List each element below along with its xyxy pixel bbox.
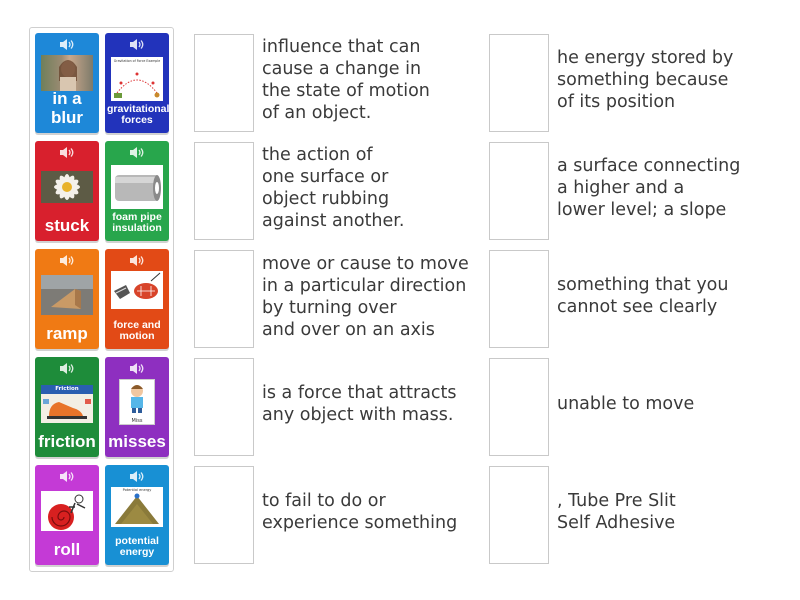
card-label: force and motion: [113, 318, 161, 343]
friction-shoe-poster: Friction: [41, 385, 93, 423]
answer-slot-4[interactable]: [194, 358, 254, 456]
answer-slot-1[interactable]: [194, 34, 254, 132]
boy-cartoon-card: Miss: [119, 379, 155, 425]
blurred-person-photo: [41, 55, 93, 91]
card-label: stuck: [44, 215, 90, 235]
answer-slot-5[interactable]: [194, 466, 254, 564]
speaker-icon[interactable]: [129, 254, 145, 267]
card-foam-pipe-insulation[interactable]: foam pipe insulation: [105, 141, 169, 241]
force-motion-illustration: [111, 271, 163, 309]
answer-slot-6[interactable]: [489, 34, 549, 132]
definition-right-2: a surface connecting a higher and a lowe…: [557, 156, 741, 220]
definition-left-4: is a force that attracts any object with…: [262, 383, 457, 425]
answer-slot-2[interactable]: [194, 142, 254, 240]
card-gravitational-forces[interactable]: Gravitation of Force Example gravitation…: [105, 33, 169, 133]
speaker-icon[interactable]: [59, 254, 75, 267]
definition-right-1: he energy stored by something because of…: [557, 48, 734, 112]
card-caption: Miss: [131, 418, 143, 424]
foam-pipe-photo: [111, 165, 163, 209]
card-label: potential energy: [115, 534, 159, 559]
definition-left-1: influence that can cause a change in the…: [262, 37, 430, 123]
answer-slot-7[interactable]: [489, 142, 549, 240]
answer-slot-3[interactable]: [194, 250, 254, 348]
card-potential-energy[interactable]: Potential energy potential energy: [105, 465, 169, 565]
card-stuck[interactable]: stuck: [35, 141, 99, 241]
speaker-icon[interactable]: [59, 38, 75, 51]
card-label: roll: [53, 539, 81, 559]
answer-slot-9[interactable]: [489, 358, 549, 456]
speaker-icon[interactable]: [59, 146, 75, 159]
card-force-and-motion[interactable]: force and motion: [105, 249, 169, 349]
definition-right-4: unable to move: [557, 394, 695, 414]
speaker-icon[interactable]: [59, 470, 75, 483]
card-ramp[interactable]: ramp: [35, 249, 99, 349]
wooden-ramp-photo: [41, 275, 93, 315]
card-friction[interactable]: Friction friction: [35, 357, 99, 457]
definition-left-5: to fail to do or experience something: [262, 491, 458, 533]
rolling-person-cartoon: [41, 491, 93, 531]
card-label: foam pipe insulation: [112, 210, 162, 235]
answer-slot-10[interactable]: [489, 466, 549, 564]
speaker-icon[interactable]: [129, 470, 145, 483]
card-misses[interactable]: Miss misses: [105, 357, 169, 457]
card-label: in a blur: [50, 88, 84, 127]
daisy-flower-photo: [41, 171, 93, 203]
speaker-icon[interactable]: [59, 362, 75, 375]
definition-right-3: something that you cannot see clearly: [557, 275, 729, 317]
card-label: ramp: [46, 323, 88, 343]
card-label: friction: [38, 431, 96, 451]
gravitation-diagram: Gravitation of Force Example: [111, 57, 163, 101]
card-label: gravitational forces: [107, 102, 169, 127]
poster-title: Friction: [41, 385, 93, 394]
definition-right-5: , Tube Pre Slit Self Adhesive: [557, 491, 676, 533]
answer-slot-8[interactable]: [489, 250, 549, 348]
speaker-icon[interactable]: [129, 38, 145, 51]
card-roll[interactable]: roll: [35, 465, 99, 565]
speaker-icon[interactable]: [129, 362, 145, 375]
definition-left-3: move or cause to move in a particular di…: [262, 254, 469, 340]
card-in-a-blur[interactable]: in a blur: [35, 33, 99, 133]
card-label: misses: [108, 431, 166, 451]
ball-on-hill-diagram: Potential energy: [111, 487, 163, 527]
speaker-icon[interactable]: [129, 146, 145, 159]
definition-left-2: the action of one surface or object rubb…: [262, 145, 405, 231]
